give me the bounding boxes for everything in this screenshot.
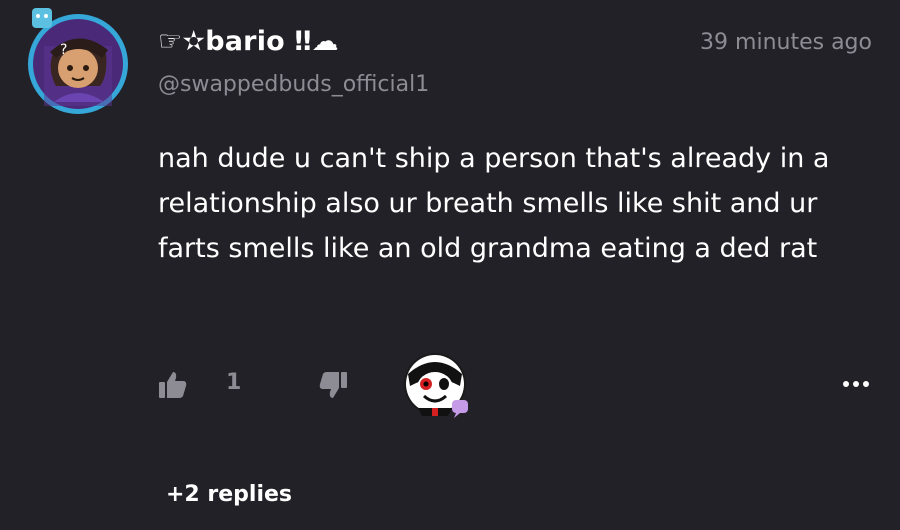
avatar-image: ? [28,8,128,114]
comment-actions: 1 [0,350,900,420]
comment-handle[interactable]: @swappedbuds_official1 [158,72,429,97]
view-replies-link[interactable]: +2 replies [166,482,292,507]
comment-username[interactable]: ☞✫bario ‼☁ [158,26,339,57]
like-count: 1 [226,370,242,395]
reaction-avatar[interactable] [402,352,472,422]
more-options-button[interactable] [838,372,878,396]
svg-text:?: ? [60,42,67,58]
like-button[interactable] [156,368,190,402]
comment-timestamp: 39 minutes ago [700,30,872,55]
more-options-icon [843,381,869,387]
thumbs-down-icon [319,372,347,398]
comment-text: nah dude u can't ship a person that's al… [158,143,830,264]
thumbs-up-icon [159,372,187,398]
dislike-button[interactable] [316,368,350,402]
reaction-avatar-image [404,353,468,418]
author-avatar[interactable]: ? [22,6,130,114]
